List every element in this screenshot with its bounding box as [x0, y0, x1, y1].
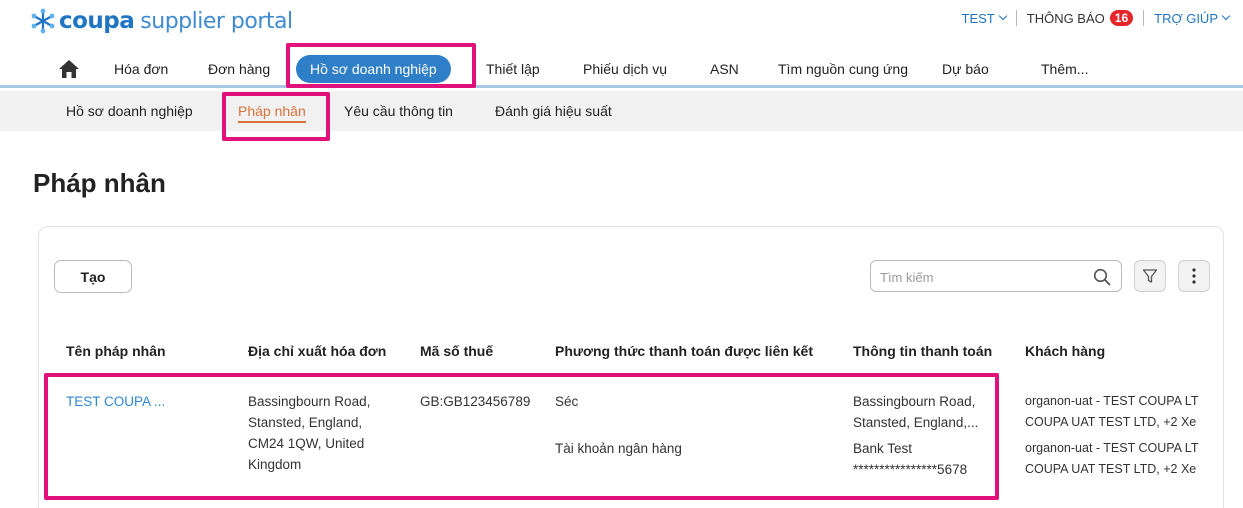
payment-info-line: Stansted, England,... — [853, 415, 979, 430]
nav-service-sheets[interactable]: Phiếu dịch vụ — [583, 59, 667, 79]
payment-method-check: Séc — [555, 394, 579, 409]
billing-address-line: CM24 1QW, United — [248, 436, 365, 451]
divider — [1015, 10, 1017, 26]
payment-info-line: Bank Test — [853, 441, 913, 456]
entity-name-link[interactable]: TEST COUPA ... — [66, 391, 165, 412]
filter-icon — [1142, 269, 1158, 283]
filter-button[interactable] — [1134, 260, 1166, 292]
sub-nav: Hồ sơ doanh nghiệp Pháp nhân Yêu cầu thô… — [0, 91, 1243, 131]
top-bar: coupa supplier portal TEST THÔNG BÁO 16 … — [0, 0, 1243, 44]
notifications-link[interactable]: THÔNG BÁO 16 — [1026, 10, 1134, 26]
column-header-tax-id[interactable]: Mã số thuế — [420, 343, 493, 359]
subnav-business-profile[interactable]: Hồ sơ doanh nghiệp — [66, 103, 193, 119]
search-input[interactable] — [880, 267, 1080, 287]
payment-info-line: Bassingbourn Road, — [853, 394, 976, 409]
more-vertical-icon — [1192, 268, 1196, 284]
column-header-customers[interactable]: Khách hàng — [1025, 343, 1105, 359]
nav-asn[interactable]: ASN — [710, 59, 739, 79]
column-header-payment-info[interactable]: Thông tin thanh toán — [853, 343, 992, 359]
subnav-information-requests[interactable]: Yêu cầu thông tin — [344, 103, 453, 119]
tax-id: GB:GB123456789 — [420, 394, 531, 409]
brand-tagline: supplier portal — [140, 8, 293, 34]
page-title: Pháp nhân — [33, 168, 166, 198]
nav-forecasts[interactable]: Dự báo — [942, 59, 989, 79]
column-header-entity-name[interactable]: Tên pháp nhân — [66, 343, 166, 359]
brand-name: coupa — [59, 8, 135, 34]
notifications-label: THÔNG BÁO — [1026, 10, 1105, 26]
customer-line: organon-uat - TEST COUPA LT — [1025, 441, 1199, 455]
create-button[interactable]: Tạo — [54, 260, 132, 293]
nav-business-profile[interactable]: Hồ sơ doanh nghiệp — [296, 55, 451, 83]
more-options-button[interactable] — [1178, 260, 1210, 292]
user-menu[interactable]: TEST — [961, 10, 1007, 26]
billing-address-line: Bassingbourn Road, — [248, 394, 371, 409]
help-menu[interactable]: TRỢ GIÚP — [1154, 10, 1231, 26]
nav-sourcing[interactable]: Tìm nguồn cung ứng — [778, 59, 908, 79]
column-header-billing-address[interactable]: Địa chỉ xuất hóa đơn — [248, 343, 386, 359]
user-menu-label: TEST — [961, 10, 995, 26]
brand-logo[interactable]: coupa supplier portal — [30, 6, 293, 36]
nav-more[interactable]: Thêm... — [1041, 59, 1088, 79]
search-box — [870, 260, 1122, 292]
help-menu-label: TRỢ GIÚP — [1154, 10, 1218, 26]
column-header-payment-methods[interactable]: Phương thức thanh toán được liên kết — [555, 343, 813, 359]
payment-method-bank-account: Tài khoản ngân hàng — [555, 441, 682, 456]
billing-address-line: Stansted, England, — [248, 415, 363, 430]
nav-invoices[interactable]: Hóa đơn — [114, 59, 168, 79]
subnav-legal-entities[interactable]: Pháp nhân — [238, 103, 306, 123]
subnav-performance-evaluations[interactable]: Đánh giá hiệu suất — [495, 103, 612, 119]
chevron-down-icon — [1221, 11, 1231, 21]
notifications-badge: 16 — [1109, 10, 1134, 26]
nav-orders[interactable]: Đơn hàng — [208, 59, 270, 79]
nav-setup[interactable]: Thiết lập — [486, 59, 540, 79]
customer-line: COUPA UAT TEST LTD, +2 Xe — [1025, 462, 1197, 476]
search-icon[interactable] — [1093, 268, 1111, 286]
divider — [1143, 10, 1145, 26]
main-nav: Hóa đơn Đơn hàng Hồ sơ doanh nghiệp Thiế… — [0, 52, 1243, 88]
home-icon[interactable] — [58, 59, 80, 79]
payment-info-line: ****************5678 — [853, 462, 968, 477]
chevron-down-icon — [998, 11, 1007, 21]
customer-line: organon-uat - TEST COUPA LT — [1025, 394, 1199, 408]
coupa-snowflake-icon — [31, 8, 55, 34]
utility-links: TEST THÔNG BÁO 16 TRỢ GIÚP — [961, 10, 1231, 26]
billing-address-line: Kingdom — [248, 457, 302, 472]
customer-line: COUPA UAT TEST LTD, +2 Xe — [1025, 415, 1197, 429]
